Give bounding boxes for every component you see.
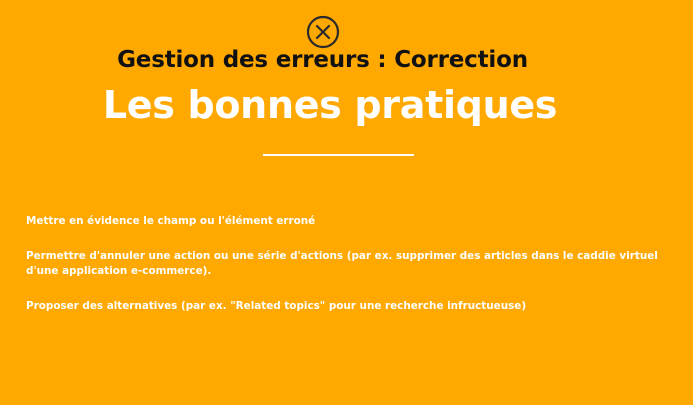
slide-title: Les bonnes pratiques bbox=[102, 83, 558, 127]
slide: Gestion des erreurs : Correction Les bon… bbox=[0, 0, 693, 405]
list-item: Proposer des alternatives (par ex. "Rela… bbox=[26, 300, 527, 312]
title-divider bbox=[263, 154, 414, 156]
slide-subtitle: Gestion des erreurs : Correction bbox=[117, 47, 528, 73]
close-circle-icon bbox=[306, 15, 340, 49]
list-item: Permettre d'annuler une action ou une sé… bbox=[26, 250, 658, 277]
best-practices-list: Mettre en évidence le champ ou l'élément… bbox=[26, 214, 671, 334]
list-item: Mettre en évidence le champ ou l'élément… bbox=[26, 215, 316, 227]
